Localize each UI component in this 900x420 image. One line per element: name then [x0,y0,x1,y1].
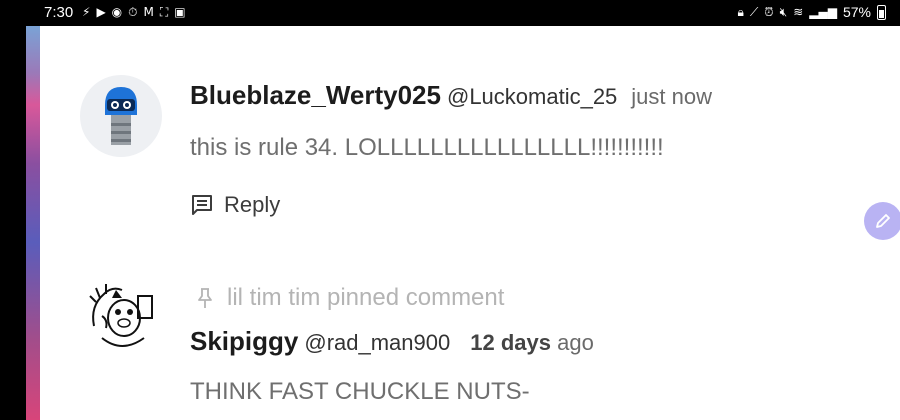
comments-panel: Blueblaze_Werty025 @Luckomatic_25 just now… [40,26,900,420]
comment-text: this is rule 34. LOLLLLLLLLLLLLLLLL!!!!!… [190,134,664,161]
signal-off-icon: ⟋ [749,4,759,19]
screenshot-icon: ⛶ [159,5,169,19]
flash-icon: ⚡ [82,5,91,19]
pinned-indicator: lil tim tim pinned comment [195,284,504,312]
pencil-icon [876,214,890,228]
gesture-area [0,26,26,420]
pinned-label: lil tim tim pinned comment [227,284,505,311]
comment-author[interactable]: Blueblaze_Werty025 [190,80,441,110]
battery-percent: 57% [842,4,871,20]
gmail-icon: M [143,5,154,19]
notification-icons: ⚡ ▶ ◉ ⏱ M ⛶ ▣ [82,5,186,19]
image-icon: ▣ [174,5,186,19]
comment-time-suffix: ago [557,330,594,355]
system-icons: 🔒︎ ⟋ ⏰︎ 🔇︎ ≋ ▂▄▆ 57% [737,4,886,20]
floating-edit-button[interactable] [864,202,900,240]
comment-author[interactable]: Skipiggy [190,326,298,356]
alarm-icon: ⏰︎ [764,4,774,19]
pin-icon [198,288,212,308]
timer-icon: ⏱ [128,5,138,19]
comment-header: Skipiggy @rad_man900 12 days ago [190,326,594,357]
robot-avatar-icon [80,75,162,157]
comment-time: just now [631,84,713,109]
wifi-icon: ≋ [793,5,804,19]
avatar[interactable] [82,276,164,358]
comment-header: Blueblaze_Werty025 @Luckomatic_25 just now [190,80,712,111]
reply-button[interactable]: Reply [190,192,280,218]
comment-icon [192,195,212,215]
status-bar: 7:30 ⚡ ▶ ◉ ⏱ M ⛶ ▣ 🔒︎ ⟋ ⏰︎ 🔇︎ ≋ ▂▄▆ 57% [0,0,900,26]
comment-handle[interactable]: @rad_man900 [304,330,450,355]
cartoon-pig-avatar-icon [82,276,164,358]
lock-icon: 🔒︎ [737,4,744,19]
status-time: 7:30 [44,4,74,21]
cell-signal-icon: ▂▄▆ [809,5,837,19]
reply-label: Reply [224,192,281,217]
chrome-icon: ◉ [111,5,123,19]
comment-time-value: 12 days [470,330,551,355]
avatar[interactable] [80,75,162,157]
comment-handle[interactable]: @Luckomatic_25 [447,84,617,109]
youtube-icon: ▶ [96,5,106,19]
battery-icon [877,4,886,20]
comment-time: 12 days ago [470,330,594,355]
side-panel-edge [26,26,40,420]
mute-icon: 🔇︎ [779,4,788,19]
comment-text: THINK FAST CHUCKLE NUTS- [190,378,530,405]
